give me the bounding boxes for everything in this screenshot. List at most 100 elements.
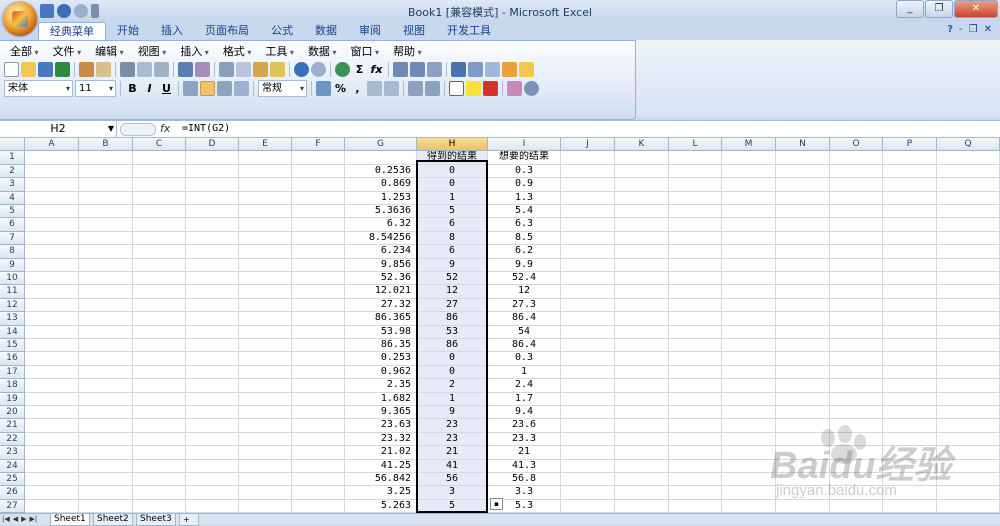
qat-customize-icon[interactable] [91,4,99,18]
cell[interactable] [615,272,669,286]
cell[interactable] [561,298,615,313]
cell[interactable] [79,231,133,246]
menu-format[interactable]: 格式 [217,44,258,59]
cell[interactable] [133,446,186,460]
cell[interactable] [615,245,669,259]
cell[interactable] [292,164,345,179]
cell[interactable] [883,312,937,326]
cell-g[interactable]: 27.32 [345,298,417,313]
cell[interactable] [561,151,615,165]
cell[interactable] [133,419,186,433]
merge-center-icon[interactable] [234,81,249,96]
page-setup-icon[interactable] [154,62,169,77]
align-left-icon[interactable] [183,81,198,96]
cell[interactable] [615,258,669,272]
undo-icon[interactable] [57,4,71,18]
cell[interactable] [292,432,345,447]
cell[interactable] [186,379,239,393]
cell-g[interactable]: 8.54256 [345,231,417,246]
cell[interactable] [133,191,186,205]
cell[interactable] [830,298,883,313]
cell[interactable] [133,486,186,500]
cell[interactable] [133,499,186,513]
cell[interactable] [883,339,937,353]
cell-g[interactable]: 0.2536 [345,164,417,179]
menu-file[interactable]: 文件 [47,44,88,59]
cell[interactable] [186,312,239,326]
cell[interactable] [883,258,937,272]
row-header[interactable]: 19 [0,392,25,406]
cell[interactable] [133,339,186,353]
number-format-combo[interactable]: 常规 [258,80,307,97]
cell-i[interactable]: 1.7 [488,392,561,406]
cell[interactable] [615,151,669,165]
cell-g[interactable]: 23.32 [345,432,417,447]
cell[interactable] [883,191,937,205]
cell[interactable] [776,312,830,326]
cell[interactable] [79,258,133,272]
cell-h[interactable]: 0 [417,352,488,366]
cell-g[interactable]: 0.869 [345,178,417,192]
cell[interactable] [133,245,186,259]
print-preview-icon[interactable] [137,62,152,77]
column-header[interactable]: F [292,138,345,152]
cell-g[interactable]: 1.682 [345,392,417,406]
restore-button[interactable]: ❐ [925,0,953,18]
table-icon[interactable] [485,62,500,77]
cell-i[interactable]: 0.3 [488,352,561,366]
cell[interactable] [561,231,615,246]
cell[interactable] [561,325,615,339]
row-header[interactable]: 2 [0,164,25,179]
cell[interactable] [883,178,937,192]
cell-h[interactable]: 53 [417,325,488,339]
cell[interactable] [561,459,615,473]
cell[interactable] [239,178,292,192]
cell[interactable] [239,285,292,299]
sheet-tab-sheet1[interactable]: Sheet1 [50,514,90,526]
cell[interactable] [25,205,79,219]
cell[interactable] [79,499,133,513]
cell[interactable] [615,392,669,406]
column-header[interactable]: C [133,138,186,152]
decrease-decimal-icon[interactable] [384,81,399,96]
cell[interactable] [25,285,79,299]
cell[interactable] [830,312,883,326]
cell[interactable] [722,218,776,232]
cell-h[interactable]: 5 [417,499,488,513]
cell-h[interactable]: 3 [417,486,488,500]
row-header[interactable]: 13 [0,312,25,326]
underline-button[interactable]: U [159,81,174,96]
cell[interactable] [830,285,883,299]
row-header[interactable]: 23 [0,446,25,460]
row-header[interactable]: 12 [0,298,25,313]
last-sheet-icon[interactable]: ▶| [30,514,38,525]
cell[interactable] [669,298,722,313]
cell[interactable] [25,258,79,272]
cell[interactable] [239,245,292,259]
cell[interactable] [292,352,345,366]
cell[interactable] [25,178,79,192]
cell-g[interactable]: 86.365 [345,312,417,326]
cell[interactable] [186,285,239,299]
row-header[interactable]: 18 [0,379,25,393]
cell[interactable] [883,365,937,380]
row-header[interactable]: 10 [0,272,25,286]
cell[interactable] [937,245,1000,259]
cell[interactable] [79,312,133,326]
cell[interactable] [615,473,669,487]
cell[interactable] [133,298,186,313]
cell-h[interactable]: 8 [417,231,488,246]
cell[interactable] [239,432,292,447]
cell[interactable] [830,151,883,165]
cell[interactable] [561,446,615,460]
cell[interactable] [776,178,830,192]
row-header[interactable]: 6 [0,218,25,232]
column-header[interactable]: M [722,138,776,152]
cell[interactable] [830,379,883,393]
cell[interactable] [79,392,133,406]
cell[interactable] [79,419,133,433]
row-header[interactable]: 20 [0,406,25,420]
cell-g[interactable]: 0.253 [345,352,417,366]
cell[interactable] [883,406,937,420]
column-header[interactable]: L [669,138,722,152]
